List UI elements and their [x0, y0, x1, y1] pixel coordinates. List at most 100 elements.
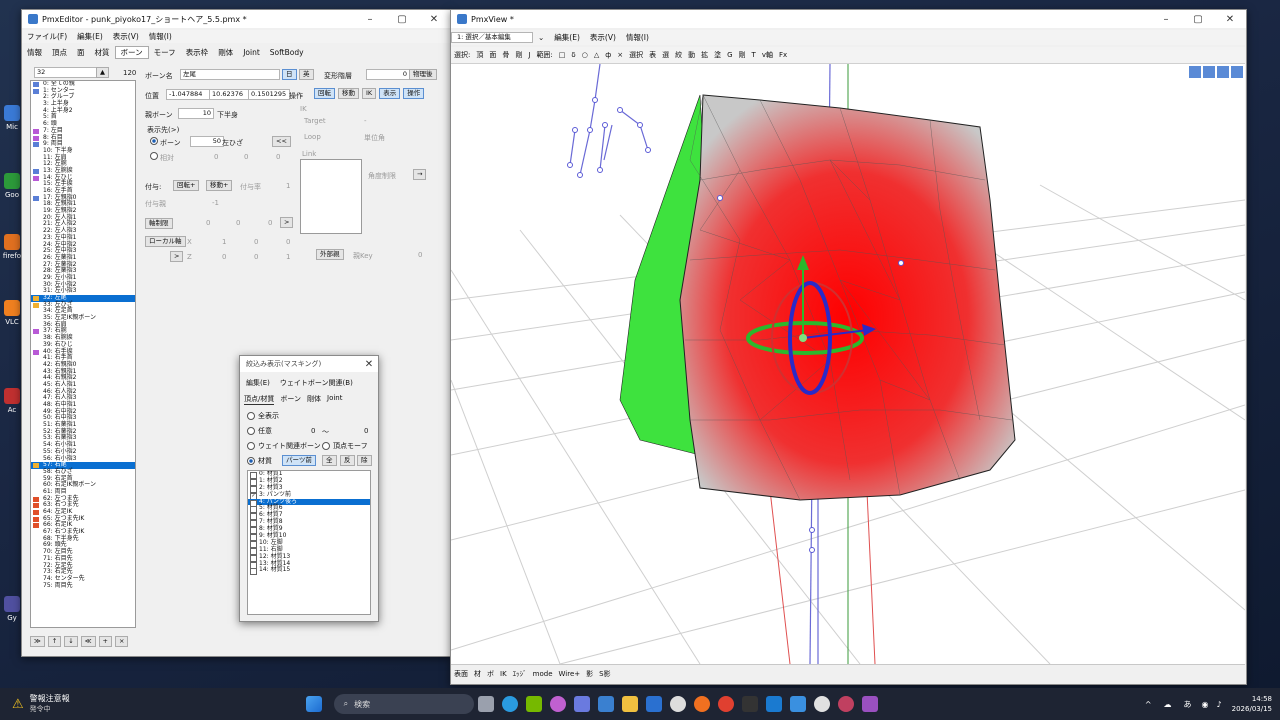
pv-menu-item[interactable]: 編集(E) — [549, 32, 585, 43]
desktop-icon[interactable]: Ac — [2, 388, 22, 414]
mask-tab[interactable]: ボーン — [280, 394, 301, 405]
physics-after-button[interactable]: 物理後 — [409, 69, 437, 80]
bone-name-jp-button[interactable]: 日 — [282, 69, 297, 80]
tab-8[interactable]: Joint — [238, 48, 265, 57]
menu-item[interactable]: ファイル(F) — [22, 31, 72, 42]
mask-opt-morph-radio[interactable] — [322, 442, 330, 450]
pv-toolbar-item[interactable]: 表 — [646, 50, 659, 60]
app-icon-4[interactable] — [813, 696, 830, 712]
mask-all-button[interactable]: 全 — [322, 455, 337, 466]
local-axis-button[interactable]: ローカル軸 — [145, 236, 186, 247]
tray-chevron-icon[interactable]: ^ — [1145, 700, 1152, 709]
pv-toolbar-item[interactable]: × — [614, 51, 626, 59]
3d-viewport[interactable] — [451, 64, 1245, 664]
mask-any-from[interactable]: 0 — [311, 427, 315, 435]
key-value[interactable]: 0 — [418, 251, 422, 259]
mask-opt-material[interactable]: 材質 — [247, 456, 272, 466]
pos-y-input[interactable]: 10.62376 — [209, 89, 251, 100]
pv-toolbar-item[interactable]: 剛 — [736, 50, 749, 60]
material-list[interactable]: 0: 材質1 1: 材質2 2: 材質3 ✓ 3: パンツ前 ✓ 4: パンツ後ろ 5: 材質… — [247, 470, 371, 615]
chat-icon[interactable] — [573, 696, 590, 712]
chevron-down-icon[interactable]: ⌄ — [533, 33, 549, 42]
pv-toolbar-item[interactable]: 頂 — [473, 50, 486, 60]
mask-reverse-button[interactable]: 反 — [340, 455, 355, 466]
tab-0[interactable]: 情報 — [22, 47, 47, 58]
external-parent-button[interactable]: 外部親 — [316, 249, 344, 260]
bone-list[interactable]: 0: 全ての親 1: センター 2: グルーブ 3: 上半身 4: 上半身2 5: 首 6:… — [30, 80, 136, 628]
pv-bottom-item[interactable]: 表面 — [451, 669, 471, 679]
store-icon[interactable] — [645, 696, 662, 712]
bone-list-button[interactable]: ↓ — [64, 636, 78, 647]
pv-toolbar-item[interactable]: Fx — [776, 51, 790, 59]
tab-2[interactable]: 面 — [72, 47, 90, 58]
bone-list-button[interactable]: ↑ — [47, 636, 62, 647]
pv-bottom-item[interactable]: mode — [530, 670, 556, 678]
pv-bottom-item[interactable]: ボ — [484, 669, 497, 679]
pv-toolbar-item[interactable]: 選択 — [626, 50, 646, 60]
close-icon[interactable]: ✕ — [418, 14, 450, 25]
local-axis-arrow[interactable]: > — [170, 251, 184, 262]
app-icon-3[interactable] — [789, 696, 806, 712]
pv-toolbar-item[interactable]: 拡 — [698, 50, 711, 60]
pv-toolbar-item[interactable]: δ — [568, 51, 578, 59]
menu-item[interactable]: 表示(V) — [108, 31, 144, 42]
file-explorer-icon[interactable] — [621, 696, 638, 712]
disp-bone-picker[interactable]: << — [272, 136, 291, 147]
edge-icon[interactable] — [501, 696, 518, 712]
pv-bottom-item[interactable]: ｴｯｼﾞ — [510, 669, 530, 679]
pv-toolbar-item[interactable]: ○ — [579, 51, 591, 59]
pmx-view-maximize-icon[interactable]: ▢ — [1182, 14, 1214, 25]
pv-bottom-item[interactable]: S影 — [596, 669, 613, 679]
mask-clear-button[interactable]: 除 — [357, 455, 372, 466]
pv-menu-item[interactable]: 情報(I) — [621, 32, 654, 43]
tab-4[interactable]: ボーン — [114, 46, 149, 59]
tab-7[interactable]: 剛体 — [213, 47, 238, 58]
pv-toolbar-item[interactable]: 範囲: — [533, 50, 555, 60]
bone-name-en-button[interactable]: 英 — [299, 69, 314, 80]
pv-toolbar-item[interactable]: 絞 — [672, 50, 685, 60]
pv-bottom-item[interactable]: 影 — [583, 669, 596, 679]
bone-list-button[interactable]: ≫ — [30, 636, 45, 647]
chrome-icon[interactable] — [717, 696, 734, 712]
volume-icon[interactable]: ♪ — [1217, 700, 1222, 709]
angle-limit-button[interactable]: → — [413, 169, 427, 180]
terminal-icon[interactable] — [741, 696, 758, 712]
mask-tab[interactable]: 頂点/材質 — [244, 394, 275, 405]
axis-fix-button[interactable]: 軸制限 — [145, 218, 173, 229]
cloud-icon[interactable]: ☁ — [1164, 700, 1172, 709]
material-checkbox[interactable] — [250, 568, 257, 576]
pv-menu-item[interactable]: 表示(V) — [585, 32, 621, 43]
local-z-3[interactable]: 1 — [286, 253, 290, 261]
mask-opt-any-radio[interactable] — [247, 427, 255, 435]
bone-list-button[interactable]: + — [98, 636, 112, 647]
pv-toolbar-item[interactable]: ф — [602, 51, 614, 59]
local-x-2[interactable]: 0 — [254, 238, 258, 246]
desktop-icon[interactable]: Mic — [2, 105, 22, 131]
pv-toolbar-item[interactable]: v軸 — [759, 50, 776, 60]
ime-indicator[interactable]: あ — [1184, 699, 1192, 710]
disp-rel-radio[interactable] — [150, 152, 158, 160]
weather-widget[interactable]: 警報注意報 発令中 — [30, 694, 70, 714]
rel-z[interactable]: 0 — [276, 153, 280, 161]
mask-opt-weight[interactable]: ウェイト関連ボーン — [247, 441, 321, 451]
vscode-icon[interactable] — [765, 696, 782, 712]
mask-opt-weight-radio[interactable] — [247, 442, 255, 450]
pv-toolbar-item[interactable]: 面 — [486, 50, 499, 60]
minimize-icon[interactable]: – — [354, 14, 386, 25]
local-z-2[interactable]: 0 — [254, 253, 258, 261]
nvidia-icon[interactable] — [525, 696, 542, 712]
disp-bone-index[interactable]: 50 — [190, 136, 224, 147]
bone-list-button[interactable]: × — [114, 636, 129, 647]
material-list-item[interactable]: 14: 材質15 — [248, 567, 370, 576]
pv-toolbar-item[interactable]: 剛 — [512, 50, 525, 60]
pmx-editor-titlebar[interactable]: PmxEditor - punk_piyoko17_ショートヘア_5.5.pmx… — [22, 10, 450, 28]
mask-tab[interactable]: Joint — [327, 394, 342, 405]
task-view-icon[interactable] — [477, 696, 494, 712]
pos-x-input[interactable]: -1.047884 — [166, 89, 212, 100]
parent-bone-index[interactable]: 10 — [178, 108, 214, 119]
3d-scene[interactable] — [451, 64, 1245, 664]
bone-index-spinner[interactable]: ▲ — [96, 67, 109, 78]
clock[interactable]: 14:58 2026/03/15 — [1232, 694, 1272, 714]
op-button[interactable]: 移動 — [338, 88, 359, 99]
mode-select[interactable]: 1: 選択／基本編集 — [451, 32, 533, 43]
